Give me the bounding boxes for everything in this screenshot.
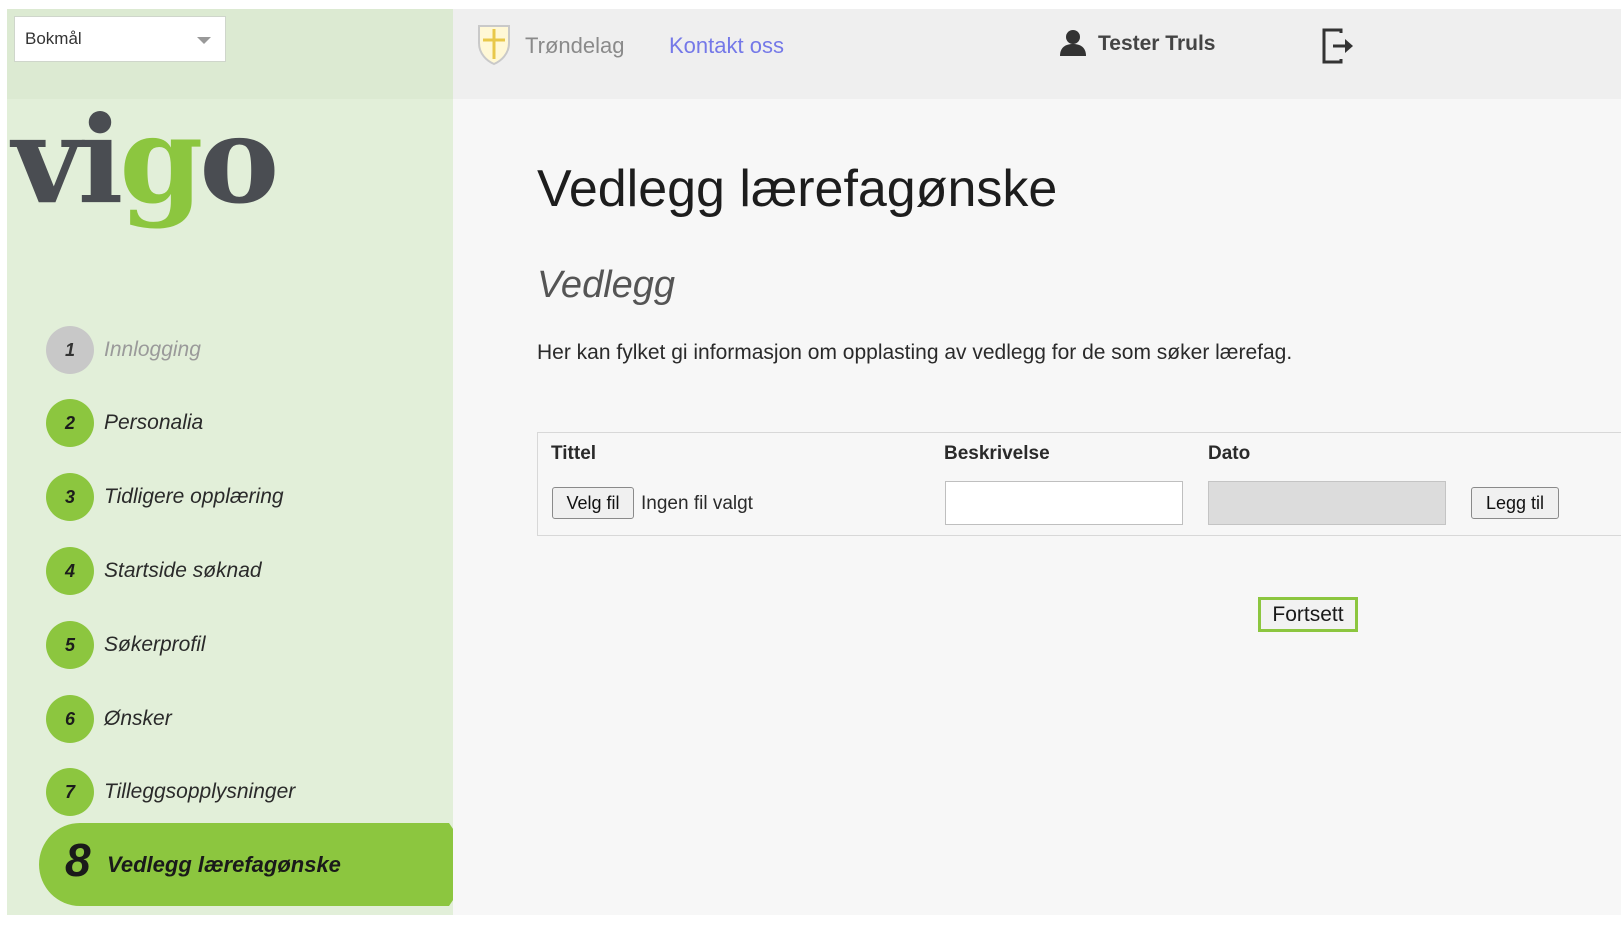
step-label: Vedlegg lærefagønske [107, 852, 341, 877]
attachment-upload-panel: Tittel Beskrivelse Dato Velg fil Ingen f… [537, 432, 1621, 536]
continue-button[interactable]: Fortsett [1258, 597, 1358, 632]
column-header-description: Beskrivelse [944, 443, 1050, 464]
step-label: Tidligere opplæring [104, 485, 284, 508]
step-number: 4 [46, 547, 94, 595]
step-startside-soknad[interactable]: 4 Startside søknad [46, 547, 262, 595]
date-input[interactable] [1208, 481, 1446, 525]
step-number: 5 [46, 621, 94, 669]
step-number: 7 [46, 768, 94, 816]
top-bar: Trøndelag Kontakt oss Tester Truls [453, 9, 1621, 99]
contact-link[interactable]: Kontakt oss [669, 33, 784, 59]
step-label: Personalia [104, 411, 204, 434]
page-title: Vedlegg lærefagønske [537, 160, 1058, 218]
user-name: Tester Truls [1098, 32, 1216, 55]
step-vedlegg-laerefagonske-active[interactable]: 8 Vedlegg lærefagønske [39, 823, 479, 906]
chevron-down-icon [197, 37, 211, 44]
county-crest-icon [476, 23, 512, 72]
step-label: Startside søknad [104, 559, 262, 582]
step-label: Innlogging [104, 338, 201, 361]
add-attachment-button[interactable]: Legg til [1471, 487, 1559, 519]
no-file-selected-text: Ingen fil valgt [641, 493, 753, 514]
logo-text-g: g [119, 90, 203, 231]
step-sokerprofil[interactable]: 5 Søkerprofil [46, 621, 206, 669]
choose-file-button[interactable]: Velg fil [552, 487, 634, 519]
description-input[interactable] [945, 481, 1183, 525]
step-number: 2 [46, 399, 94, 447]
section-title: Vedlegg [537, 264, 676, 306]
vigo-logo: vigo [12, 101, 279, 221]
logout-icon[interactable] [1321, 27, 1357, 70]
main-content: Vedlegg lærefagønske Vedlegg Her kan fyl… [453, 99, 1621, 915]
step-onsker[interactable]: 6 Ønsker [46, 695, 172, 743]
user-icon [1059, 29, 1087, 62]
step-label: Tilleggsopplysninger [104, 780, 296, 803]
column-header-title: Tittel [551, 443, 597, 464]
step-personalia[interactable]: 2 Personalia [46, 399, 203, 447]
step-number: 6 [46, 695, 94, 743]
logo-text-o: o [199, 90, 279, 231]
step-number: 1 [46, 326, 94, 374]
language-select-value: Bokmål [25, 29, 82, 48]
step-label: Søkerprofil [104, 633, 206, 656]
language-select[interactable]: Bokmål [14, 16, 226, 62]
county-name: Trøndelag [525, 33, 625, 58]
info-text: Her kan fylket gi informasjon om opplast… [537, 341, 1293, 364]
logo-text-vi: vi [12, 90, 123, 231]
step-tilleggsopplysninger[interactable]: 7 Tilleggsopplysninger [46, 768, 295, 816]
column-header-date: Dato [1208, 443, 1251, 464]
step-label: Ønsker [104, 707, 172, 730]
step-innlogging[interactable]: 1 Innlogging [46, 326, 201, 374]
step-number: 8 [65, 834, 91, 886]
step-number: 3 [46, 473, 94, 521]
sidebar: Bokmål vigo 1 Innlogging 2 Personalia 3 … [7, 9, 453, 915]
step-tidligere-opplaering[interactable]: 3 Tidligere opplæring [46, 473, 284, 521]
